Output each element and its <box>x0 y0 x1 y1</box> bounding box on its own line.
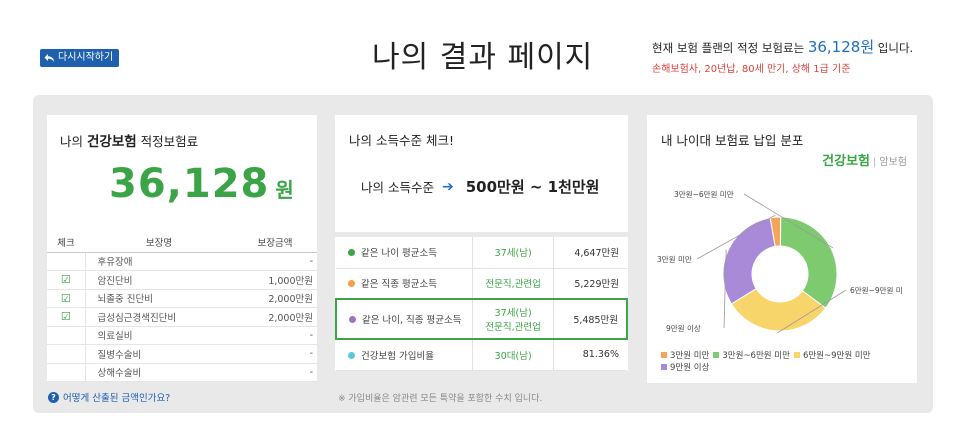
coverage-name: 질병수술비 <box>85 344 233 364</box>
legend-label: 9만원 이상 <box>670 363 710 373</box>
coverage-row: 상해수술비 - <box>47 363 317 382</box>
donut-slice <box>779 216 838 309</box>
coverage-table: 체크 보장명 보장금액 후유장애 - ☑ 암진단비 1,000만원 ☑ 뇌졸중 진단비 2,0… <box>47 232 317 382</box>
checkbox-empty[interactable] <box>47 344 86 364</box>
legend-swatch <box>793 351 800 358</box>
coverage-amount: 1,000만원 <box>233 270 317 290</box>
legend-label: 3만원 미만 <box>670 351 710 361</box>
income-comparison-table: 같은 나이 평균소득 37세(남) 4,647만원같은 직종 평균소득 전문직,관련업… <box>335 237 629 371</box>
coverage-amount: - <box>233 363 317 382</box>
health-card-title: 나의 건강보험 적정보험료 <box>60 134 199 150</box>
checkbox-checked-icon[interactable]: ☑ <box>47 289 86 308</box>
coverage-row: 후유장애 - <box>47 252 317 271</box>
income-card-title: 나의 소득수준 체크! <box>349 133 454 148</box>
income-level-row: 나의 소득수준 ➔ 500만원 ~ 1천만원 <box>361 176 599 197</box>
arrow-right-icon: ➔ <box>441 178 454 195</box>
coverage-name: 의료실비 <box>85 326 233 345</box>
coverage-amount: 2,000만원 <box>233 289 317 308</box>
comparison-label: 같은 나이, 직종 평균소득 <box>362 315 462 326</box>
comparison-tag: 30대(남) <box>472 339 555 371</box>
health-premium-amount: 36,128 원 <box>109 161 294 207</box>
coverage-name: 상해수술비 <box>85 363 233 382</box>
legend-label: 6만원~9만원 미만 <box>802 351 871 361</box>
checkbox-checked-icon[interactable]: ☑ <box>47 270 86 290</box>
legend-swatch <box>661 363 667 370</box>
header-check: 체크 <box>47 232 85 253</box>
legend-item: 9만원 이상 <box>661 362 709 374</box>
coverage-row: ☑ 급성심근경색진단비 2,000만원 <box>47 307 317 327</box>
premium-summary: 현재 보험 플랜의 적정 보험료는 36,128원 입니다. 손해보험사, 20… <box>652 36 913 75</box>
income-comparison-row: 같은 직종 평균소득 전문직,관련업 5,229만원 <box>336 268 627 300</box>
bullet-dot-icon <box>349 316 356 323</box>
help-link-label: 어떻게 산출된 금액인가요? <box>63 393 171 404</box>
legend-item: 6만원~9만원 미만 <box>793 350 871 362</box>
legend-swatch <box>713 351 720 358</box>
income-level-label: 나의 소득수준 <box>361 180 434 195</box>
distribution-donut-chart: 3만원 미만 3만원~6만원 미만 6만원~9만원 미 9만원 이상 <box>657 190 903 334</box>
premium-note: 손해보험사, 20년납, 80세 만기, 상해 1급 기준 <box>652 64 851 75</box>
premium-prefix: 현재 보험 플랜의 적정 보험료는 <box>652 41 805 55</box>
checkbox-empty[interactable] <box>47 363 86 382</box>
coverage-amount: - <box>233 344 317 364</box>
coverage-row: ☑ 암진단비 1,000만원 <box>47 270 317 290</box>
bullet-dot-icon <box>348 351 355 359</box>
comparison-tag: 37세(남) <box>472 237 555 269</box>
page-title: 나의 결과 페이지 <box>372 40 594 75</box>
restart-button[interactable]: 다시시작하기 <box>40 49 120 67</box>
coverage-amount: - <box>233 326 317 345</box>
distribution-card: 내 나이대 보험료 납입 분포 건강보험 | 암보험 3만원 미만 3만원~6만원 미… <box>647 115 917 383</box>
comparison-value: 5,229만원 <box>553 268 627 300</box>
income-comparison-row: 같은 나이 평균소득 37세(남) 4,647만원 <box>336 237 627 269</box>
bullet-dot-icon <box>348 249 355 257</box>
premium-suffix: 입니다. <box>877 41 914 55</box>
back-arrow-icon <box>44 54 55 62</box>
coverage-table-header: 체크 보장명 보장금액 <box>47 232 317 253</box>
legend-swatch <box>661 351 667 358</box>
income-comparison-row: 같은 나이, 직종 평균소득 37세(남) 전문직,관련업 5,485만원 <box>335 298 629 340</box>
checkbox-empty[interactable] <box>47 252 86 271</box>
comparison-value: 5,485만원 <box>553 298 629 340</box>
header-coverage-name: 보장명 <box>85 232 233 253</box>
restart-label: 다시시작하기 <box>58 52 114 63</box>
coverage-row: ☑ 뇌졸중 진단비 2,000만원 <box>47 289 317 308</box>
slice-label: 6만원~9만원 미 <box>850 286 903 295</box>
income-level-value: 500만원 ~ 1천만원 <box>465 178 600 196</box>
comparison-label: 같은 나이 평균소득 <box>361 248 437 260</box>
coverage-name: 뇌졸중 진단비 <box>85 289 233 308</box>
premium-amount: 36,128원 <box>807 38 875 56</box>
comparison-label: 건강보험 가입비율 <box>361 350 434 362</box>
question-icon: ? <box>48 391 59 403</box>
donut-slice <box>722 217 776 305</box>
comparison-tag: 전문직,관련업 <box>472 268 555 300</box>
income-comparison-row: 건강보험 가입비율 30대(남) 81.36% <box>336 339 627 371</box>
help-link[interactable]: ? 어떻게 산출된 금액인가요? <box>48 390 170 404</box>
header-coverage-amount: 보장금액 <box>233 232 317 253</box>
comparison-value: 4,647만원 <box>553 237 627 269</box>
slice-label: 3만원~6만원 미만 <box>674 190 734 199</box>
comparison-label: 같은 직종 평균소득 <box>361 279 437 291</box>
legend-item: 3만원~6만원 미만 <box>713 350 790 362</box>
coverage-row: 질병수술비 - <box>47 344 317 364</box>
slice-label: 9만원 이상 <box>666 323 701 333</box>
coverage-amount: - <box>233 252 317 271</box>
checkbox-checked-icon[interactable]: ☑ <box>47 307 86 327</box>
income-card: 나의 소득수준 체크! 나의 소득수준 ➔ 500만원 ~ 1천만원 <box>335 115 628 232</box>
coverage-name: 암진단비 <box>85 270 233 290</box>
coverage-amount: 2,000만원 <box>233 307 317 327</box>
coverage-name: 후유장애 <box>85 252 233 271</box>
bullet-dot-icon <box>348 280 355 288</box>
legend-label: 3만원~6만원 미만 <box>722 351 790 361</box>
checkbox-empty[interactable] <box>47 326 86 345</box>
chart-legend: 3만원 미만 3만원~6만원 미만 6만원~9만원 미만 9만원 이상 <box>661 350 911 374</box>
health-premium-card: 나의 건강보험 적정보험료 36,128 원 <box>47 115 317 232</box>
slice-label: 3만원 미만 <box>657 255 692 264</box>
comparison-tag: 37세(남) 전문직,관련업 <box>472 298 555 340</box>
coverage-name: 급성심근경색진단비 <box>85 307 233 327</box>
income-footnote: ※ 가입비율은 암관련 모든 특약을 포함한 수치 입니다. <box>338 394 543 404</box>
legend-item: 3만원 미만 <box>661 350 709 362</box>
coverage-row: 의료실비 - <box>47 326 317 345</box>
comparison-value: 81.36% <box>553 339 627 371</box>
